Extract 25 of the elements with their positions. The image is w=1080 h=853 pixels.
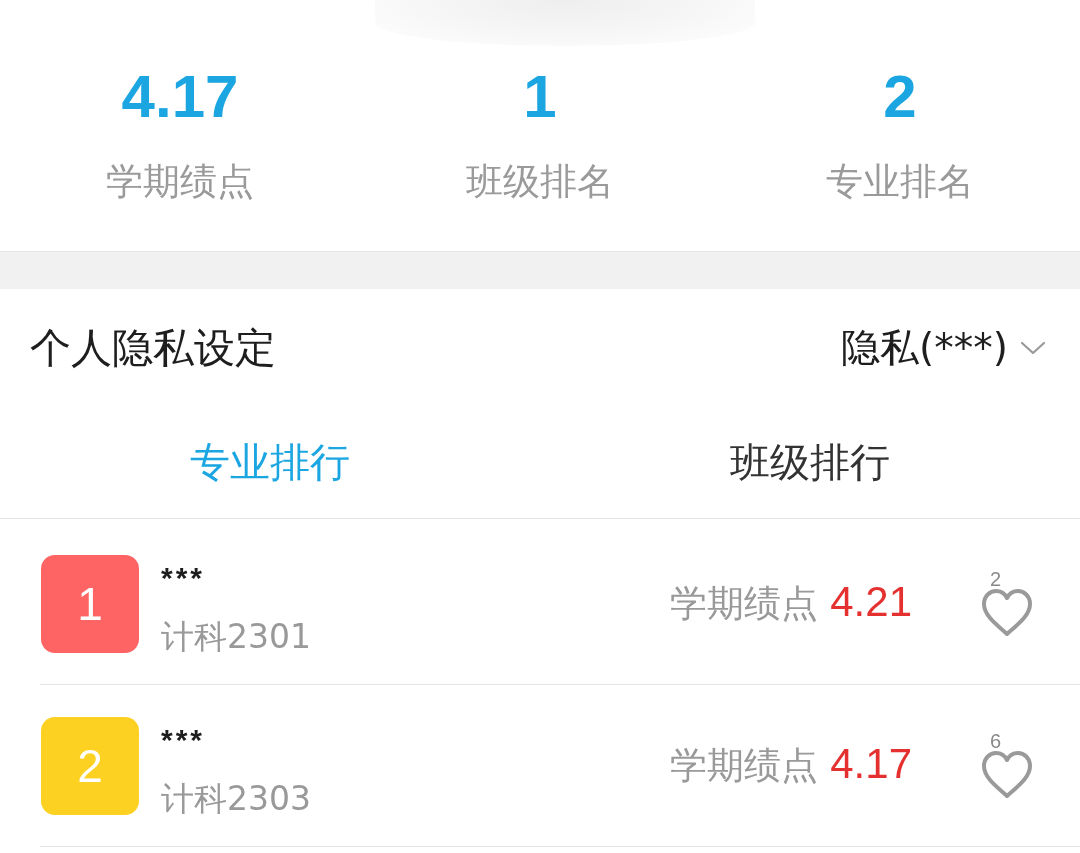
heart-icon [980,587,1034,638]
privacy-dropdown[interactable]: 隐私(***) [841,321,1046,375]
ranking-tab[interactable]: 班级排行 [730,435,890,490]
student-class: 计科2303 [161,777,311,820]
like-button[interactable]: 2 [980,569,1034,638]
stat-label: 专业排名 [826,159,974,205]
ranking-tab[interactable]: 专业排行 [190,435,350,490]
gpa-label: 学期绩点 [670,743,819,789]
heart-icon [980,749,1034,800]
stat-value: 4.17 [121,66,239,128]
stat-value: 1 [523,66,557,128]
rank-badge: 2 [41,716,139,815]
gpa-label: 学期绩点 [670,581,819,627]
stat-value: 2 [883,66,917,128]
student-name: *** [161,562,207,593]
privacy-setting-label: 个人隐私设定 [30,322,276,374]
gpa-value: 4.17 [830,740,912,788]
student-name: *** [161,724,207,755]
stat-label: 学期绩点 [106,159,254,205]
stat-label: 班级排名 [466,159,614,205]
chevron-down-icon [1020,340,1046,356]
student-class: 计科2301 [161,615,311,658]
gpa-value: 4.21 [830,578,912,626]
like-button[interactable]: 6 [980,731,1034,800]
rank-badge: 1 [41,554,139,653]
